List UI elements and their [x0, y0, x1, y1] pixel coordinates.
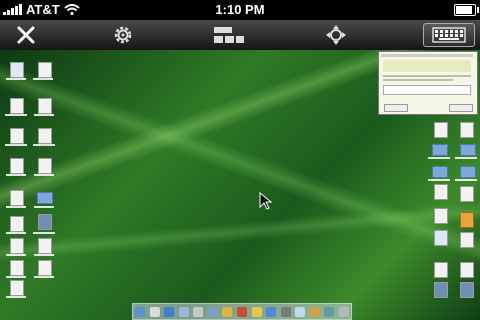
desktop-file-label: [33, 78, 53, 80]
dock-app-icon[interactable]: [280, 306, 291, 317]
clock: 1:10 PM: [215, 2, 265, 17]
widget-title-bar: [381, 54, 473, 57]
battery-icon: [454, 4, 479, 16]
dock-app-icon[interactable]: [251, 306, 262, 317]
desktop-image-label: [33, 232, 55, 234]
desktop-file-icon[interactable]: [10, 216, 24, 232]
layout-toggle-icon: [214, 27, 244, 43]
desktop-folder-label: [34, 206, 54, 208]
desktop-file-label: [6, 254, 26, 256]
desktop-file-label: [34, 174, 54, 176]
move-pointer-icon: [326, 25, 346, 45]
dock-app-icon[interactable]: [295, 306, 306, 317]
desktop-file-label: [5, 144, 27, 146]
desktop-file-icon[interactable]: [10, 190, 24, 206]
desktop-folder-icon[interactable]: [37, 192, 53, 204]
desktop-file-icon[interactable]: [434, 208, 448, 224]
widget-button-left[interactable]: [384, 104, 408, 112]
settings-gear-icon: [114, 26, 132, 44]
toolbar: [0, 20, 480, 51]
desktop-folder-icon[interactable]: [460, 166, 476, 178]
desktop-file-label: [6, 296, 26, 298]
desktop-file-label: [6, 78, 26, 80]
desktop-image-icon[interactable]: [460, 282, 474, 298]
widget-row: [383, 79, 453, 81]
dock-app-icon[interactable]: [149, 306, 160, 317]
desktop-file-icon[interactable]: [434, 262, 448, 278]
widget-button-right[interactable]: [449, 104, 473, 112]
keyboard-button[interactable]: [423, 23, 475, 47]
keyboard-icon: [432, 27, 466, 43]
move-pointer-button[interactable]: [323, 23, 349, 47]
desktop-file-icon[interactable]: [10, 158, 24, 174]
dashboard-widget[interactable]: [378, 51, 478, 115]
widget-field[interactable]: [383, 85, 471, 95]
desktop-folder-label: [455, 179, 477, 181]
desktop-file-icon[interactable]: [460, 262, 474, 278]
dock-app-icon[interactable]: [178, 306, 189, 317]
battery-level: [456, 6, 472, 14]
desktop-file-icon[interactable]: [10, 260, 24, 276]
desktop-file-label: [5, 114, 27, 116]
desktop-file-label: [34, 114, 54, 116]
widget-row: [383, 75, 471, 77]
desktop-folder-icon[interactable]: [432, 166, 448, 178]
desktop-folder-label: [428, 157, 450, 159]
desktop-file-icon[interactable]: [10, 280, 24, 296]
settings-button[interactable]: [110, 23, 136, 47]
desktop-file-icon[interactable]: [434, 184, 448, 200]
close-icon: [17, 26, 35, 44]
desktop-file-icon[interactable]: [460, 186, 474, 202]
desktop-image-icon[interactable]: [434, 282, 448, 298]
mouse-pointer-icon: [259, 192, 273, 210]
dock-app-icon[interactable]: [236, 306, 247, 317]
desktop-file-label: [6, 232, 26, 234]
remote-desktop-view[interactable]: [0, 50, 480, 320]
desktop-app-icon[interactable]: [460, 212, 474, 228]
desktop-file-icon[interactable]: [38, 238, 52, 254]
dock-app-icon[interactable]: [193, 306, 204, 317]
desktop-file-icon[interactable]: [460, 232, 474, 248]
desktop-file-icon[interactable]: [38, 128, 52, 144]
desktop-file-icon[interactable]: [10, 128, 24, 144]
desktop-file-icon[interactable]: [434, 230, 448, 246]
desktop-file-label: [34, 254, 54, 256]
desktop-file-label: [6, 206, 26, 208]
desktop-file-icon[interactable]: [38, 98, 52, 114]
desktop-file-label: [34, 276, 54, 278]
desktop-folder-icon[interactable]: [460, 144, 476, 156]
desktop-file-icon[interactable]: [38, 158, 52, 174]
trash-icon[interactable]: [338, 306, 349, 317]
desktop-folder-label: [455, 157, 477, 159]
dock-app-icon[interactable]: [266, 306, 277, 317]
dock-app-icon[interactable]: [222, 306, 233, 317]
layout-button[interactable]: [212, 23, 246, 47]
dock-app-icon[interactable]: [309, 306, 320, 317]
status-bar: AT&T 1:10 PM: [0, 0, 480, 20]
desktop-file-icon[interactable]: [38, 62, 52, 78]
dock-app-icon[interactable]: [207, 306, 218, 317]
desktop-folder-icon[interactable]: [432, 144, 448, 156]
dock: [132, 303, 352, 320]
dock-app-icon[interactable]: [324, 306, 335, 317]
desktop-file-icon[interactable]: [10, 98, 24, 114]
desktop-file-label: [6, 174, 26, 176]
desktop-file-icon[interactable]: [434, 122, 448, 138]
desktop-file-icon[interactable]: [460, 122, 474, 138]
desktop-file-icon[interactable]: [38, 260, 52, 276]
desktop-file-label: [33, 144, 55, 146]
desktop-file-icon[interactable]: [10, 62, 24, 78]
finder-icon[interactable]: [135, 306, 146, 317]
close-button[interactable]: [13, 23, 39, 47]
widget-content: [383, 60, 471, 72]
desktop-folder-label: [428, 179, 450, 181]
dock-app-icon[interactable]: [164, 306, 175, 317]
desktop-file-label: [6, 276, 26, 278]
desktop-file-icon[interactable]: [10, 238, 24, 254]
desktop-image-icon[interactable]: [38, 214, 52, 230]
